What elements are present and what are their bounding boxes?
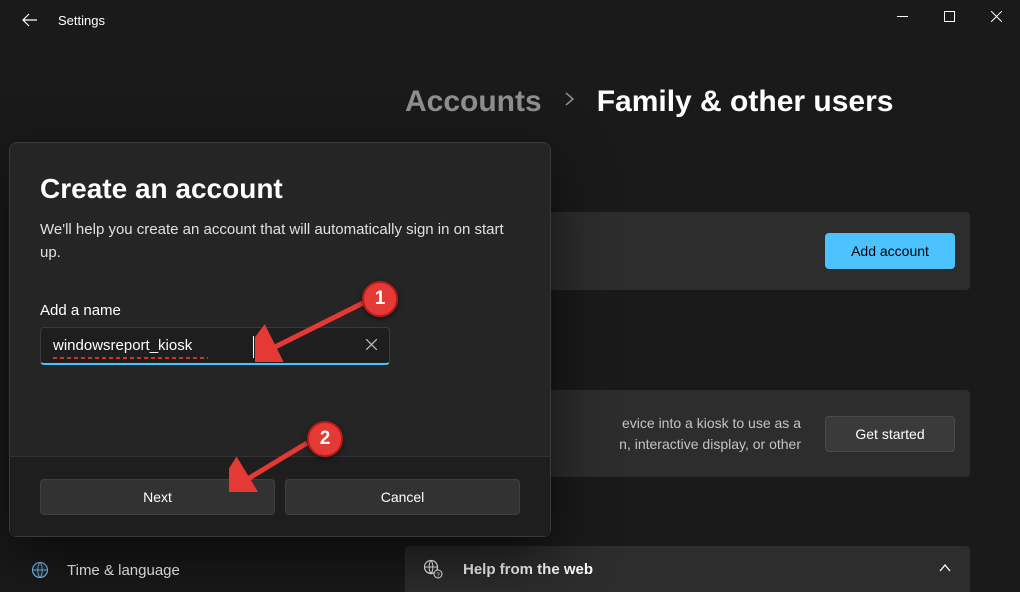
window-title: Settings bbox=[58, 13, 105, 28]
globe-help-icon: ? bbox=[423, 559, 443, 579]
annotation-badge-2: 2 bbox=[307, 421, 343, 457]
annotation-arrow-2 bbox=[229, 437, 314, 492]
breadcrumb-parent[interactable]: Accounts bbox=[405, 85, 542, 119]
dialog-title: Create an account bbox=[40, 173, 520, 205]
maximize-icon bbox=[944, 11, 955, 22]
add-account-button[interactable]: Add account bbox=[825, 233, 955, 269]
cancel-button[interactable]: Cancel bbox=[285, 479, 520, 515]
back-button[interactable] bbox=[20, 10, 40, 30]
spellcheck-underline bbox=[53, 357, 208, 359]
chevron-right-icon bbox=[564, 91, 575, 113]
text-caret bbox=[253, 336, 254, 358]
close-button[interactable] bbox=[973, 0, 1020, 32]
sidebar-item-time-language[interactable]: Time & language bbox=[30, 560, 180, 580]
maximize-button[interactable] bbox=[926, 0, 973, 32]
annotation-arrow-1 bbox=[255, 297, 370, 362]
globe-clock-icon bbox=[30, 560, 50, 580]
minimize-icon bbox=[897, 11, 908, 22]
arrow-left-icon bbox=[22, 12, 38, 28]
help-from-web-row[interactable]: ? Help from the web bbox=[405, 546, 970, 592]
minimize-button[interactable] bbox=[879, 0, 926, 32]
sidebar-item-label: Time & language bbox=[67, 562, 180, 579]
get-started-button[interactable]: Get started bbox=[825, 416, 955, 452]
breadcrumb: Accounts Family & other users bbox=[0, 40, 1020, 119]
window-controls bbox=[879, 0, 1020, 32]
titlebar: Settings bbox=[0, 0, 1020, 40]
chevron-up-icon bbox=[938, 560, 952, 578]
annotation-badge-1: 1 bbox=[362, 281, 398, 317]
dialog-description: We'll help you create an account that wi… bbox=[40, 219, 520, 264]
breadcrumb-current: Family & other users bbox=[597, 85, 894, 119]
close-icon bbox=[991, 11, 1002, 22]
help-label: Help from the web bbox=[463, 561, 593, 578]
